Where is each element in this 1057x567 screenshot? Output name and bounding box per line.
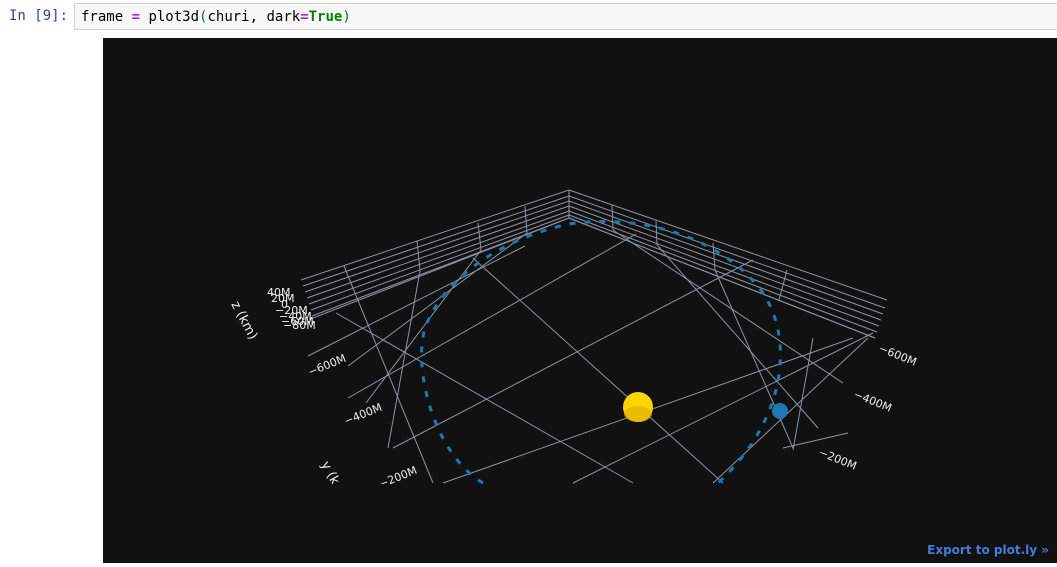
sun-sphere-shade	[624, 406, 652, 422]
grid-line	[472, 257, 724, 484]
grid-line	[302, 195, 570, 287]
code-cell-input[interactable]: frame = plot3d(churi, dark=True)	[74, 3, 1057, 30]
x-axis-ticks: −600M −400M −200M	[817, 342, 919, 473]
plot-output[interactable]: 40M 20M 0 −20M −40M −60M −80M z (km) −60…	[103, 38, 1057, 563]
x-tick-label: −400M	[852, 388, 894, 415]
x-tick-label: −600M	[877, 342, 919, 369]
grid-line	[568, 200, 884, 315]
grid-line	[568, 210, 880, 327]
grid-line	[792, 337, 814, 451]
grid-lines	[300, 189, 888, 484]
grid-line	[416, 240, 421, 272]
grid-line	[568, 217, 876, 339]
grid-line	[347, 232, 528, 367]
grid-line	[304, 200, 570, 293]
grid-line	[307, 245, 526, 357]
grid-line	[306, 205, 570, 299]
plot-3d-scene[interactable]: 40M 20M 0 −20M −40M −60M −80M z (km) −60…	[103, 38, 1057, 563]
z-tick-label: −80M	[283, 319, 316, 332]
z-axis-title: z (km)	[227, 299, 260, 343]
x-tick-label: −200M	[817, 446, 859, 473]
grid-line	[310, 214, 570, 311]
grid-line	[782, 432, 849, 449]
y-axis-title: y (k	[317, 459, 342, 488]
grid-line	[568, 214, 878, 333]
plot-lower-area	[103, 484, 1057, 563]
planet-sphere	[772, 403, 788, 419]
cell-prompt: In [9]:	[9, 8, 69, 24]
y-tick-label: −600M	[306, 352, 348, 379]
grid-line	[343, 265, 358, 299]
grid-line	[714, 269, 794, 449]
z-axis-ticks: 40M 20M 0 −20M −40M −60M −80M	[267, 286, 316, 332]
code-line: frame = plot3d(churi, dark=True)	[81, 9, 351, 25]
y-tick-label: −400M	[342, 401, 384, 428]
grid-line	[335, 312, 634, 484]
grid-line	[568, 195, 886, 309]
export-to-plotly-link[interactable]: Export to plot.ly »	[927, 543, 1049, 557]
grid-line	[611, 204, 614, 231]
